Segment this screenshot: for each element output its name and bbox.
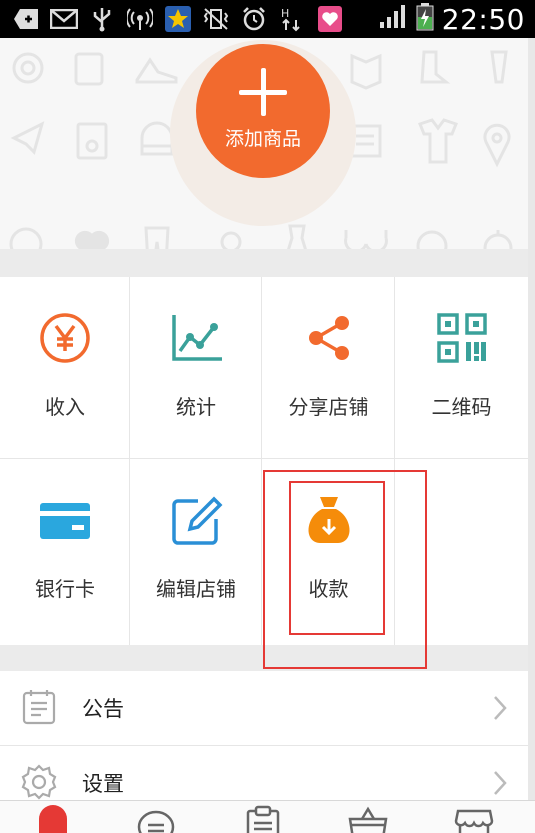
money-bag-icon: [308, 497, 350, 543]
back-arrow-icon: [12, 6, 40, 32]
function-grid: 收入 统计 分享店铺 二维码 银行卡 编辑店铺 收款: [0, 277, 528, 645]
grid-item-empty: [395, 459, 528, 645]
grid-item-edit-shop[interactable]: 编辑店铺: [130, 459, 262, 645]
battery-charging-icon: [416, 3, 434, 35]
shop-tab-icon[interactable]: [454, 805, 494, 833]
list-item-notice[interactable]: 公告: [0, 671, 528, 746]
list-item-settings[interactable]: 设置: [0, 746, 528, 800]
home-tab-icon[interactable]: [33, 805, 73, 833]
main-content: 添加商品 收入 统计 分享店铺 二维码 银行卡 编辑店铺 收款 公告 设置: [0, 38, 528, 800]
vibrate-icon: [202, 6, 230, 32]
share-icon: [309, 316, 349, 360]
usb-icon: [88, 6, 116, 32]
section-divider: [0, 645, 528, 671]
alarm-icon: [240, 6, 268, 32]
grid-item-statistics[interactable]: 统计: [130, 277, 262, 459]
settings-icon: [21, 764, 57, 800]
grid-item-label: 编辑店铺: [156, 577, 236, 601]
scrollbar[interactable]: [528, 38, 535, 800]
notification-heart-icon: [316, 6, 344, 32]
mail-icon: [50, 6, 78, 32]
grid-item-label: 分享店铺: [288, 395, 369, 419]
list-item-label: 公告: [82, 697, 124, 721]
grid-item-income[interactable]: 收入: [0, 277, 130, 459]
grid-item-bank-card[interactable]: 银行卡: [0, 459, 130, 645]
grid-item-qr-code[interactable]: 二维码: [395, 277, 528, 459]
bank-card-icon: [40, 503, 90, 539]
chevron-right-icon: [494, 696, 507, 720]
grid-item-label: 收入: [45, 395, 85, 419]
svg-text:H: H: [281, 7, 289, 20]
grid-item-share-shop[interactable]: 分享店铺: [262, 277, 395, 459]
grid-item-label: 二维码: [431, 395, 492, 419]
grid-item-label: 统计: [176, 395, 216, 419]
message-tab-icon[interactable]: [136, 805, 176, 833]
wireless-icon: [126, 6, 154, 32]
grid-item-label: 银行卡: [35, 577, 95, 601]
status-bar: H 22:50: [0, 0, 535, 38]
section-divider: [0, 249, 528, 277]
edit-icon: [172, 496, 223, 545]
orders-tab-icon[interactable]: [243, 805, 283, 833]
add-product-label: 添加商品: [224, 128, 301, 150]
grid-item-label: 收款: [308, 577, 349, 601]
add-product-button[interactable]: 添加商品: [196, 44, 330, 178]
grid-item-collect-payment[interactable]: 收款: [262, 459, 395, 645]
clock-time: 22:50: [441, 2, 525, 36]
bottom-tab-bar: [0, 800, 535, 833]
notice-icon: [22, 690, 56, 725]
data-arrows-icon: H: [278, 6, 306, 32]
star-app-icon: [164, 6, 192, 32]
qr-code-icon: [437, 313, 487, 363]
signal-icon: [378, 4, 408, 34]
list-item-label: 设置: [82, 772, 124, 796]
yuan-icon: [40, 313, 90, 363]
basket-tab-icon[interactable]: [348, 805, 388, 833]
line-chart-icon: [172, 315, 222, 361]
chevron-right-icon: [494, 771, 507, 795]
hero-banner: 添加商品: [0, 38, 528, 249]
